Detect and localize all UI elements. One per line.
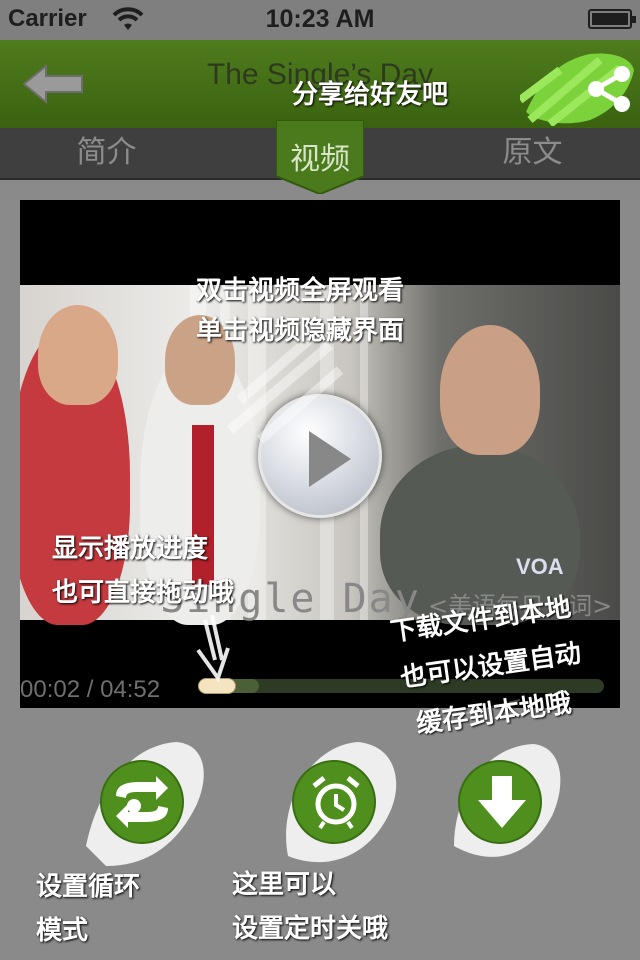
hint-loop-2: 模式	[36, 916, 89, 946]
loop-icon	[116, 776, 168, 828]
loop-mode-button[interactable]	[76, 736, 216, 876]
hint-fullscreen-1: 双击视频全屏观看	[196, 276, 405, 306]
hint-timer-2: 设置定时关哦	[232, 914, 389, 944]
hint-progress-1: 显示播放进度	[52, 534, 209, 564]
sleep-timer-button[interactable]	[268, 736, 408, 876]
alarm-clock-icon	[312, 776, 360, 830]
hint-fullscreen-2: 单击视频隐藏界面	[196, 316, 405, 346]
hint-share: 分享给好友吧	[292, 80, 449, 110]
download-button[interactable]	[434, 736, 574, 876]
hint-progress-2: 也可直接拖动哦	[52, 578, 235, 608]
download-icon	[478, 776, 526, 828]
